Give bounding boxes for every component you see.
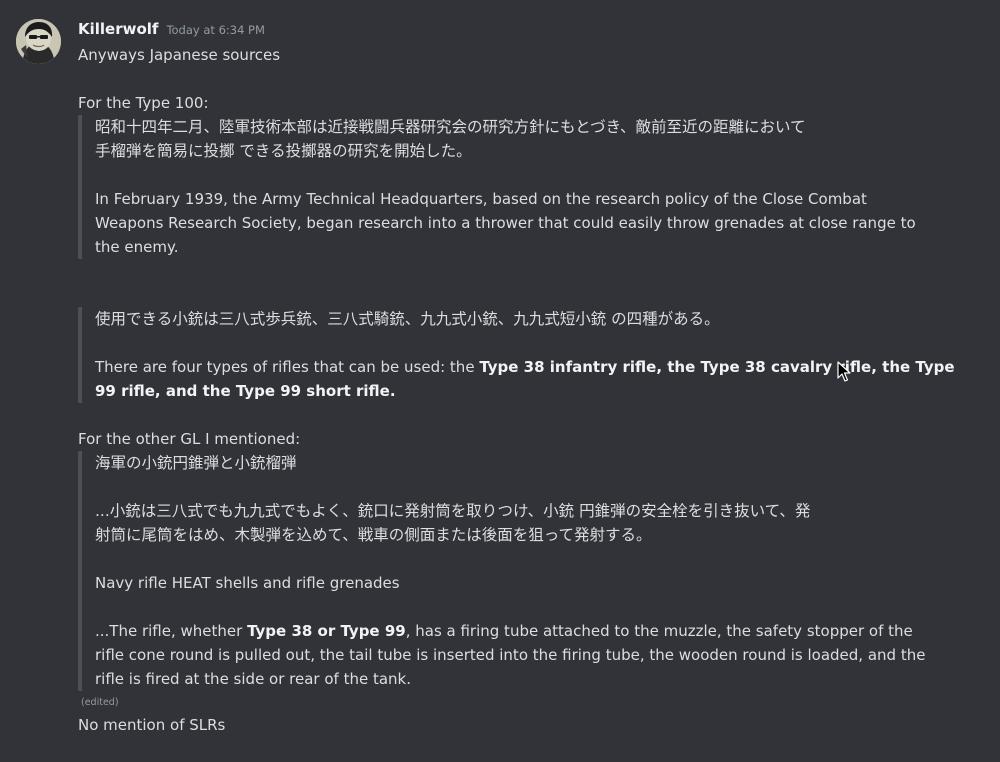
message-content: Anyways Japanese sources For the Type 10… bbox=[78, 43, 958, 737]
message-timestamp[interactable]: Today at 6:34 PM bbox=[166, 23, 264, 37]
username[interactable]: Killerwolf bbox=[78, 20, 158, 38]
quote-line: rifle is fired at the side or rear of th… bbox=[95, 670, 412, 688]
blockquote-type100: 昭和十四年二月、陸軍技術本部は近接戦闘兵器研究会の研究方針にもとづき、敵前至近の… bbox=[78, 115, 958, 259]
type100-heading: For the Type 100: bbox=[78, 94, 209, 112]
quote-spacer bbox=[95, 547, 958, 571]
quote-line: There are four types of rifles that can … bbox=[95, 355, 958, 379]
quote-line: In February 1939, the Army Technical Hea… bbox=[95, 190, 867, 208]
avatar-image bbox=[16, 19, 61, 64]
quote-text: There are four types of rifles that can … bbox=[95, 358, 480, 376]
quote-bold-text: Type 38 infantry rifle, the Type 38 cava… bbox=[479, 358, 955, 376]
quote-line: rifle cone round is pulled out, the tail… bbox=[95, 646, 926, 664]
quote-line: ...The rifle, whether Type 38 or Type 99… bbox=[95, 619, 958, 643]
quote-line: 99 rifle, and the Type 99 short rifle. bbox=[95, 379, 958, 403]
avatar[interactable] bbox=[16, 19, 61, 64]
quote-text: , has a firing tube attached to the muzz… bbox=[405, 622, 913, 640]
other-gl-heading: For the other GL I mentioned: bbox=[78, 430, 301, 448]
quote-bold-text: Type 38 or Type 99 bbox=[247, 622, 406, 640]
mouse-pointer-icon bbox=[837, 361, 851, 382]
edited-label[interactable]: (edited) bbox=[81, 693, 958, 713]
quote-line: the enemy. bbox=[95, 238, 179, 256]
quote-spacer bbox=[95, 475, 958, 499]
quote-spacer bbox=[95, 595, 958, 619]
quote-line: ...小銃は三八式でも九九式でもよく、銃口に発射筒を取りつけ、小銃 円錐弾の安全… bbox=[95, 502, 811, 520]
quote-line: 海軍の小銃円錐弾と小銃榴弾 bbox=[95, 454, 297, 472]
quote-line: 射筒に尾筒をはめ、木製弾を込めて、戦車の側面または後面を狙って発射する。 bbox=[95, 526, 652, 544]
quote-line: 手榴弾を簡易に投擲 できる投擲器の研究を開始した。 bbox=[95, 142, 472, 160]
blockquote-navy: 海軍の小銃円錐弾と小銃榴弾 ...小銃は三八式でも九九式でもよく、銃口に発射筒を… bbox=[78, 451, 958, 691]
quote-line: 昭和十四年二月、陸軍技術本部は近接戦闘兵器研究会の研究方針にもとづき、敵前至近の… bbox=[95, 118, 806, 136]
quote-line: Navy rifle HEAT shells and rifle grenade… bbox=[95, 574, 400, 592]
quote-line: Weapons Research Society, began research… bbox=[95, 214, 916, 232]
blockquote-rifles: 使用できる小銃は三八式歩兵銃、三八式騎銃、九九式小銃、九九式短小銃 の四種がある… bbox=[78, 307, 958, 403]
quote-bold-text: 99 rifle, and the Type 99 short rifle. bbox=[95, 382, 396, 400]
message-header: Killerwolf Today at 6:34 PM bbox=[78, 20, 265, 42]
message-line-intro: Anyways Japanese sources bbox=[78, 46, 281, 64]
quote-spacer bbox=[95, 163, 958, 187]
quote-text: ...The rifle, whether bbox=[95, 622, 248, 640]
followup-message: No mention of SLRs bbox=[78, 716, 226, 734]
quote-spacer bbox=[95, 331, 958, 355]
quote-line: 使用できる小銃は三八式歩兵銃、三八式騎銃、九九式小銃、九九式短小銃 の四種がある… bbox=[95, 310, 720, 328]
